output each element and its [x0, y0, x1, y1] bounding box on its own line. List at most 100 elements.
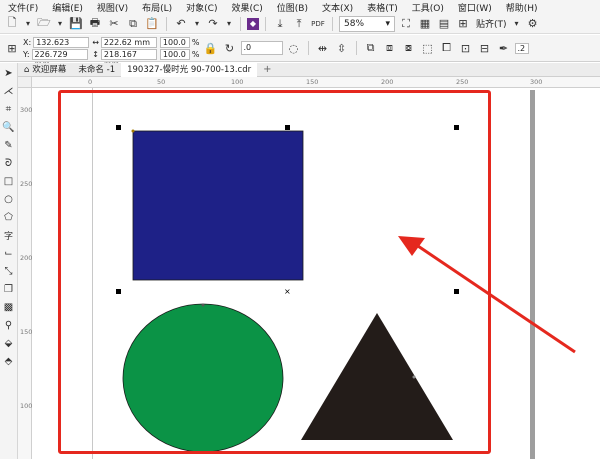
horizontal-ruler[interactable]: 0 50 100 150 200 250 300 — [32, 77, 600, 88]
print-icon[interactable]: 🖶 — [87, 16, 103, 32]
outline-width-input[interactable]: .2 — [514, 42, 529, 54]
width-icon: ↔ — [92, 37, 99, 47]
polygon-tool-icon[interactable]: ⬠ — [2, 210, 16, 224]
mirror-horizontal-icon[interactable]: ⇹ — [315, 40, 331, 56]
tab-active-document[interactable]: 190327-慢时光 90-700-13.cdr — [121, 62, 258, 77]
import-icon[interactable]: ⤓ — [272, 16, 288, 32]
rulers-icon[interactable]: ▦ — [417, 16, 433, 32]
menu-edit[interactable]: 编辑(E) — [48, 1, 87, 14]
menu-bitmaps[interactable]: 位图(B) — [273, 1, 312, 14]
chevron-down-icon[interactable]: ▾ — [55, 16, 65, 32]
freehand-tool-icon[interactable]: ✎ — [2, 138, 16, 152]
rectangle-tool-icon[interactable]: □ — [2, 174, 16, 188]
chevron-down-icon[interactable]: ▾ — [512, 16, 522, 32]
search-content-icon[interactable]: ◆ — [247, 17, 259, 30]
rotation-input[interactable]: .0 — [240, 41, 283, 55]
zoom-level-select[interactable]: 58% ▾ — [339, 15, 395, 32]
paste-icon[interactable]: 📋 — [144, 16, 160, 32]
menu-object[interactable]: 对象(C) — [182, 1, 221, 14]
group-icon[interactable]: ⧉ — [363, 40, 379, 56]
menu-tools[interactable]: 工具(O) — [408, 1, 448, 14]
rotate-icon[interactable]: ↻ — [222, 40, 238, 56]
object-origin-icon[interactable]: ⊞ — [4, 40, 20, 56]
combine-icon[interactable]: ⧇ — [401, 40, 417, 56]
cut-icon[interactable]: ✂ — [106, 16, 122, 32]
smart-fill-icon[interactable]: ⬘ — [2, 354, 16, 368]
tab-label: 未命名 -1 — [78, 64, 116, 75]
eyedropper-icon[interactable]: ⚲ — [2, 318, 16, 332]
chevron-down-icon[interactable]: ▾ — [224, 16, 234, 32]
ruler-tick-label: 300 — [20, 106, 33, 114]
x-position-input[interactable]: 132.623 mm — [33, 36, 90, 57]
new-tab-button[interactable]: + — [257, 64, 277, 75]
menu-table[interactable]: 表格(T) — [363, 1, 402, 14]
redo-icon[interactable]: ↷ — [205, 16, 221, 32]
snap-to-button[interactable]: 贴齐(T) — [474, 17, 509, 30]
chevron-down-icon[interactable]: ▾ — [23, 16, 33, 32]
ruler-tick-label: 50 — [157, 78, 166, 86]
annotation-highlight-box — [58, 90, 491, 454]
menu-view[interactable]: 视图(V) — [93, 1, 132, 14]
toolbar-divider — [355, 41, 357, 55]
home-icon: ⌂ — [24, 64, 30, 75]
ellipse-tool-icon[interactable]: ○ — [2, 192, 16, 206]
mirror-vertical-icon[interactable]: ⇳ — [334, 40, 350, 56]
toolbar-divider — [166, 16, 167, 31]
menu-effects[interactable]: 效果(C) — [227, 1, 266, 14]
transparency-tool-icon[interactable]: ▩ — [2, 300, 16, 314]
ungroup-icon[interactable]: ⧈ — [382, 40, 398, 56]
guidelines-icon[interactable]: ⊞ — [455, 16, 471, 32]
ruler-corner[interactable] — [18, 77, 32, 88]
chevron-down-icon[interactable]: ▾ — [192, 16, 202, 32]
zoom-tool-icon[interactable]: 🔍 — [2, 120, 16, 134]
text-tool-icon[interactable]: 字 — [2, 228, 16, 242]
full-screen-icon[interactable]: ⛶ — [398, 16, 414, 32]
menu-file[interactable]: 文件(F) — [4, 1, 42, 14]
height-input[interactable]: 218.167 mm — [100, 48, 157, 69]
interactive-fill-icon[interactable]: ⬙ — [2, 336, 16, 350]
lock-ratio-icon[interactable]: 🔒 — [203, 40, 219, 56]
options-gear-icon[interactable]: ⚙ — [525, 16, 541, 32]
export-icon[interactable]: ⤒ — [291, 16, 307, 32]
pdf-icon[interactable]: PDF — [310, 16, 326, 32]
drop-shadow-icon[interactable]: ❐ — [2, 282, 16, 296]
toolbar-divider — [265, 16, 266, 31]
pick-tool-icon[interactable]: ➤ — [2, 66, 16, 80]
artistic-media-icon[interactable]: ᘐ — [2, 156, 16, 170]
toolbar-divider — [240, 16, 241, 31]
ruler-tick-label: 100 — [20, 402, 33, 410]
parallel-dimension-icon[interactable]: ⌙ — [2, 246, 16, 260]
copy-icon[interactable]: ⧉ — [125, 16, 141, 32]
tab-untitled[interactable]: 未命名 -1 — [72, 63, 121, 77]
simplify-icon[interactable]: ⊟ — [477, 40, 493, 56]
outline-pen-icon[interactable]: ✒ — [496, 40, 512, 56]
menu-text[interactable]: 文本(X) — [318, 1, 357, 14]
y-position-input[interactable]: 226.729 mm — [31, 48, 88, 69]
open-folder-icon[interactable]: 🗁 — [36, 16, 52, 32]
save-icon[interactable]: 💾 — [68, 16, 84, 32]
new-document-icon[interactable]: 🗋 — [4, 16, 20, 32]
trim-icon[interactable]: ⧠ — [439, 40, 455, 56]
menu-layout[interactable]: 布局(L) — [138, 1, 176, 14]
rotation-center-icon[interactable]: ◌ — [286, 40, 302, 56]
undo-icon[interactable]: ↶ — [173, 16, 189, 32]
grid-icon[interactable]: ▤ — [436, 16, 452, 32]
vertical-ruler[interactable]: 300 250 200 150 100 — [18, 88, 32, 459]
weld-icon[interactable]: ⬚ — [420, 40, 436, 56]
intersect-icon[interactable]: ⊡ — [458, 40, 474, 56]
crop-tool-icon[interactable]: ⌗ — [2, 102, 16, 116]
menu-window[interactable]: 窗口(W) — [454, 1, 496, 14]
width-input[interactable]: 222.62 mm — [100, 36, 157, 48]
shape-tool-icon[interactable]: ⋌ — [2, 84, 16, 98]
tab-label: 欢迎屏幕 — [32, 64, 67, 75]
scale-x-input[interactable]: 100.0 — [159, 36, 190, 48]
tab-welcome-screen[interactable]: ⌂ 欢迎屏幕 — [18, 63, 72, 77]
scale-fields: 100.0% 100.0% — [159, 36, 200, 60]
ruler-tick-label: 200 — [20, 254, 33, 262]
connector-tool-icon[interactable]: ⤡ — [2, 264, 16, 278]
scale-y-input[interactable]: 100.0 — [159, 48, 190, 60]
zoom-level-value: 58% — [344, 18, 365, 29]
height-icon: ↕ — [92, 49, 99, 59]
menu-help[interactable]: 帮助(H) — [502, 1, 542, 14]
ruler-tick-label: 0 — [88, 78, 93, 86]
